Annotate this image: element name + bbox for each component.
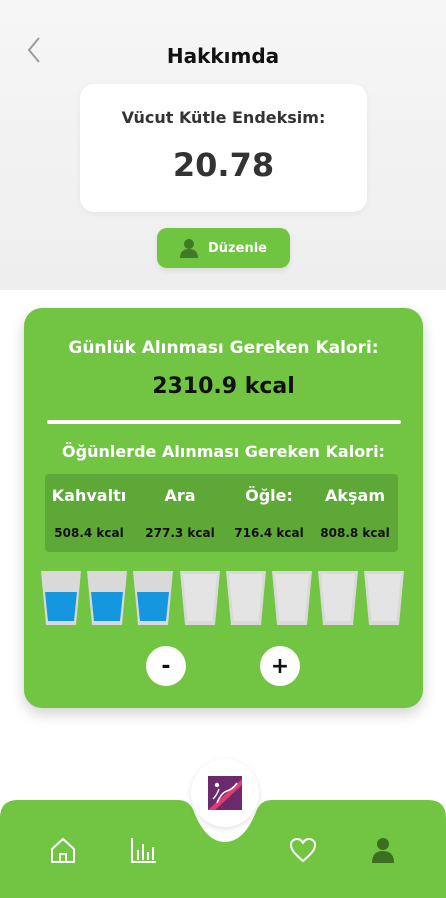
water-cup[interactable] <box>363 570 405 626</box>
water-cup[interactable] <box>271 570 313 626</box>
daily-calorie-label: Günlük Alınması Gereken Kalori: <box>68 338 379 358</box>
meal-name: Kahvaltı <box>51 486 127 505</box>
meal-name: Akşam <box>324 486 385 505</box>
water-cup[interactable] <box>317 570 359 626</box>
meal-kcal: 808.8 kcal <box>320 526 390 540</box>
edit-button-label: Düzenle <box>208 240 267 256</box>
water-cup[interactable] <box>225 570 267 626</box>
app-logo-icon <box>208 776 242 810</box>
center-logo-button[interactable] <box>191 759 259 827</box>
nav-stats[interactable] <box>130 836 158 864</box>
daily-calorie-value: 2310.9 kcal <box>152 374 295 399</box>
nav-profile[interactable] <box>369 836 397 864</box>
meal-kcal: 277.3 kcal <box>145 526 215 540</box>
meal-name: Ara <box>164 486 196 505</box>
meal-column-dinner: Akşam 808.8 kcal <box>312 474 398 552</box>
water-cup[interactable] <box>132 570 174 626</box>
meal-kcal: 508.4 kcal <box>54 526 124 540</box>
nav-home[interactable] <box>49 836 77 864</box>
meal-column-snack: Ara 277.3 kcal <box>140 474 220 552</box>
nav-favorites[interactable] <box>289 836 317 864</box>
edit-button[interactable]: Düzenle <box>157 228 290 268</box>
meal-table: Kahvaltı 508.4 kcal Ara 277.3 kcal Öğle:… <box>45 474 398 552</box>
meal-name: Öğle: <box>245 486 293 505</box>
meal-calorie-heading: Öğünlerde Alınması Gereken Kalori: <box>62 442 385 461</box>
meal-kcal: 716.4 kcal <box>234 526 304 540</box>
user-icon <box>180 239 199 258</box>
bmi-card: Vücut Kütle Endeksim: 20.78 <box>80 84 367 212</box>
home-icon <box>51 838 75 863</box>
meal-column-breakfast: Kahvaltı 508.4 kcal <box>45 474 133 552</box>
calorie-card: Günlük Alınması Gereken Kalori: 2310.9 k… <box>24 308 423 708</box>
meal-column-lunch: Öğle: 716.4 kcal <box>225 474 313 552</box>
water-cup[interactable] <box>86 570 128 626</box>
bmi-value: 20.78 <box>172 146 275 184</box>
divider <box>47 420 401 424</box>
increase-water-button[interactable]: + <box>260 646 300 686</box>
water-cups <box>40 570 410 628</box>
profile-icon <box>372 838 394 863</box>
water-cup[interactable] <box>179 570 221 626</box>
water-cup[interactable] <box>40 570 82 626</box>
page-title: Hakkımda <box>166 44 280 68</box>
stats-icon <box>131 838 156 863</box>
bmi-label: Vücut Kütle Endeksim: <box>121 108 326 127</box>
heart-icon <box>290 838 316 862</box>
decrease-water-button[interactable]: - <box>146 646 186 686</box>
